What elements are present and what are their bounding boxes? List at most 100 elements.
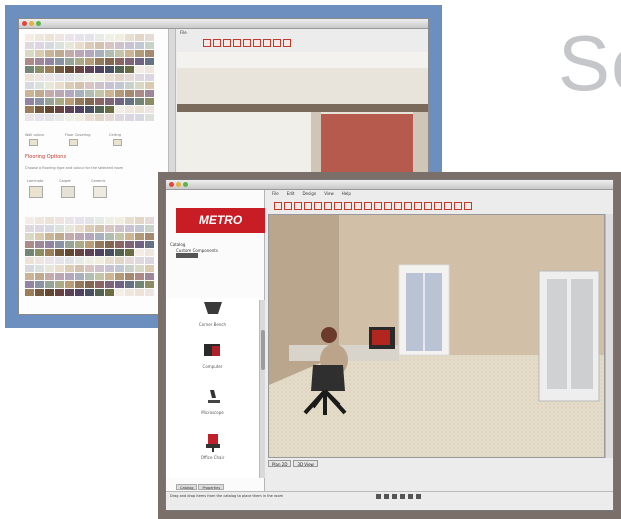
colour-swatch[interactable] [45, 241, 54, 248]
colour-swatch[interactable] [135, 50, 144, 57]
colour-swatch[interactable] [25, 90, 34, 97]
colour-swatch[interactable] [125, 90, 134, 97]
colour-swatch[interactable] [85, 225, 94, 232]
colour-swatch[interactable] [115, 42, 124, 49]
colour-swatch[interactable] [35, 90, 44, 97]
colour-swatch[interactable] [115, 50, 124, 57]
colour-swatch[interactable] [95, 66, 104, 73]
colour-swatch[interactable] [75, 34, 84, 41]
colour-swatch[interactable] [55, 50, 64, 57]
colour-swatch[interactable] [75, 265, 84, 272]
colour-swatch[interactable] [35, 66, 44, 73]
colour-swatch[interactable] [95, 90, 104, 97]
colour-swatch[interactable] [135, 225, 144, 232]
colour-swatch[interactable] [25, 265, 34, 272]
colour-swatch[interactable] [45, 273, 54, 280]
colour-swatch[interactable] [135, 42, 144, 49]
colour-swatch[interactable] [125, 66, 134, 73]
menu-design[interactable]: Design [302, 190, 316, 198]
colour-swatch[interactable] [115, 217, 124, 224]
colour-swatch[interactable] [135, 249, 144, 256]
colour-swatch[interactable] [25, 50, 34, 57]
colour-swatch[interactable] [145, 66, 154, 73]
colour-swatch[interactable] [115, 34, 124, 41]
colour-swatch[interactable] [35, 233, 44, 240]
colour-swatch[interactable] [75, 66, 84, 73]
colour-swatch[interactable] [85, 98, 94, 105]
colour-swatch[interactable] [75, 106, 84, 113]
colour-swatch[interactable] [135, 217, 144, 224]
back-tool-paste-icon[interactable] [243, 39, 251, 47]
colour-swatch[interactable] [65, 66, 74, 73]
tool-paste-icon[interactable] [344, 202, 352, 210]
colour-swatch[interactable] [145, 289, 154, 296]
floor-thumb-laminate[interactable] [29, 186, 43, 198]
colour-swatch[interactable] [145, 106, 154, 113]
colour-swatch[interactable] [55, 233, 64, 240]
front-close-button[interactable] [169, 182, 174, 187]
rewind-icon[interactable] [376, 494, 381, 499]
colour-swatch[interactable] [55, 217, 64, 224]
colour-swatch[interactable] [65, 257, 74, 264]
colour-swatch[interactable] [135, 257, 144, 264]
colour-swatch[interactable] [105, 273, 114, 280]
colour-swatch[interactable] [65, 217, 74, 224]
colour-swatch[interactable] [95, 106, 104, 113]
colour-swatch[interactable] [145, 34, 154, 41]
wall-option-box[interactable] [29, 139, 38, 146]
view-scrollbar[interactable] [605, 214, 613, 458]
colour-swatch[interactable] [125, 233, 134, 240]
colour-swatch[interactable] [145, 74, 154, 81]
colour-swatch[interactable] [85, 114, 94, 121]
tool-rotate-icon[interactable] [414, 202, 422, 210]
colour-swatch[interactable] [35, 249, 44, 256]
back-menu-file[interactable]: File [180, 30, 187, 35]
colour-swatch[interactable] [45, 289, 54, 296]
colour-swatch[interactable] [75, 90, 84, 97]
colour-swatch[interactable] [95, 114, 104, 121]
tab-3d-view[interactable]: 3D View [293, 460, 318, 467]
colour-swatch[interactable] [75, 58, 84, 65]
tool-help-icon[interactable] [464, 202, 472, 210]
colour-swatch[interactable] [55, 114, 64, 121]
colour-swatch[interactable] [65, 98, 74, 105]
colour-swatch[interactable] [35, 98, 44, 105]
tool-redo-icon[interactable] [314, 202, 322, 210]
colour-swatch[interactable] [105, 74, 114, 81]
colour-swatch[interactable] [145, 257, 154, 264]
colour-swatch[interactable] [105, 257, 114, 264]
colour-swatch[interactable] [65, 58, 74, 65]
colour-swatch[interactable] [85, 281, 94, 288]
colour-swatch[interactable] [125, 34, 134, 41]
colour-swatch[interactable] [115, 273, 124, 280]
play-icon[interactable] [384, 494, 389, 499]
colour-swatch[interactable] [35, 273, 44, 280]
tool-text-icon[interactable] [404, 202, 412, 210]
colour-swatch[interactable] [135, 241, 144, 248]
colour-swatch[interactable] [55, 106, 64, 113]
colour-swatch[interactable] [145, 42, 154, 49]
floor-thumb-ceramic[interactable] [93, 186, 107, 198]
tab-plan-2d[interactable]: Plan 2D [268, 460, 292, 467]
tool-copy-icon[interactable] [334, 202, 342, 210]
tool-video-icon[interactable] [454, 202, 462, 210]
colour-swatch[interactable] [145, 273, 154, 280]
colour-swatch[interactable] [135, 233, 144, 240]
colour-swatch[interactable] [65, 50, 74, 57]
minimize-window-button[interactable] [29, 21, 34, 26]
menu-edit[interactable]: Edit [287, 190, 295, 198]
colour-swatch[interactable] [25, 249, 34, 256]
back-tool-help-icon[interactable] [283, 39, 291, 47]
colour-swatch[interactable] [125, 249, 134, 256]
colour-swatch[interactable] [85, 58, 94, 65]
colour-swatch[interactable] [45, 114, 54, 121]
tool-zoom-in-icon[interactable] [424, 202, 432, 210]
colour-swatch[interactable] [85, 289, 94, 296]
colour-swatch[interactable] [95, 241, 104, 248]
colour-swatch[interactable] [55, 34, 64, 41]
colour-swatch[interactable] [45, 281, 54, 288]
colour-swatch[interactable] [75, 233, 84, 240]
colour-swatch[interactable] [105, 98, 114, 105]
catalog-item[interactable]: Corner Bench [166, 300, 259, 327]
colour-swatch[interactable] [105, 58, 114, 65]
